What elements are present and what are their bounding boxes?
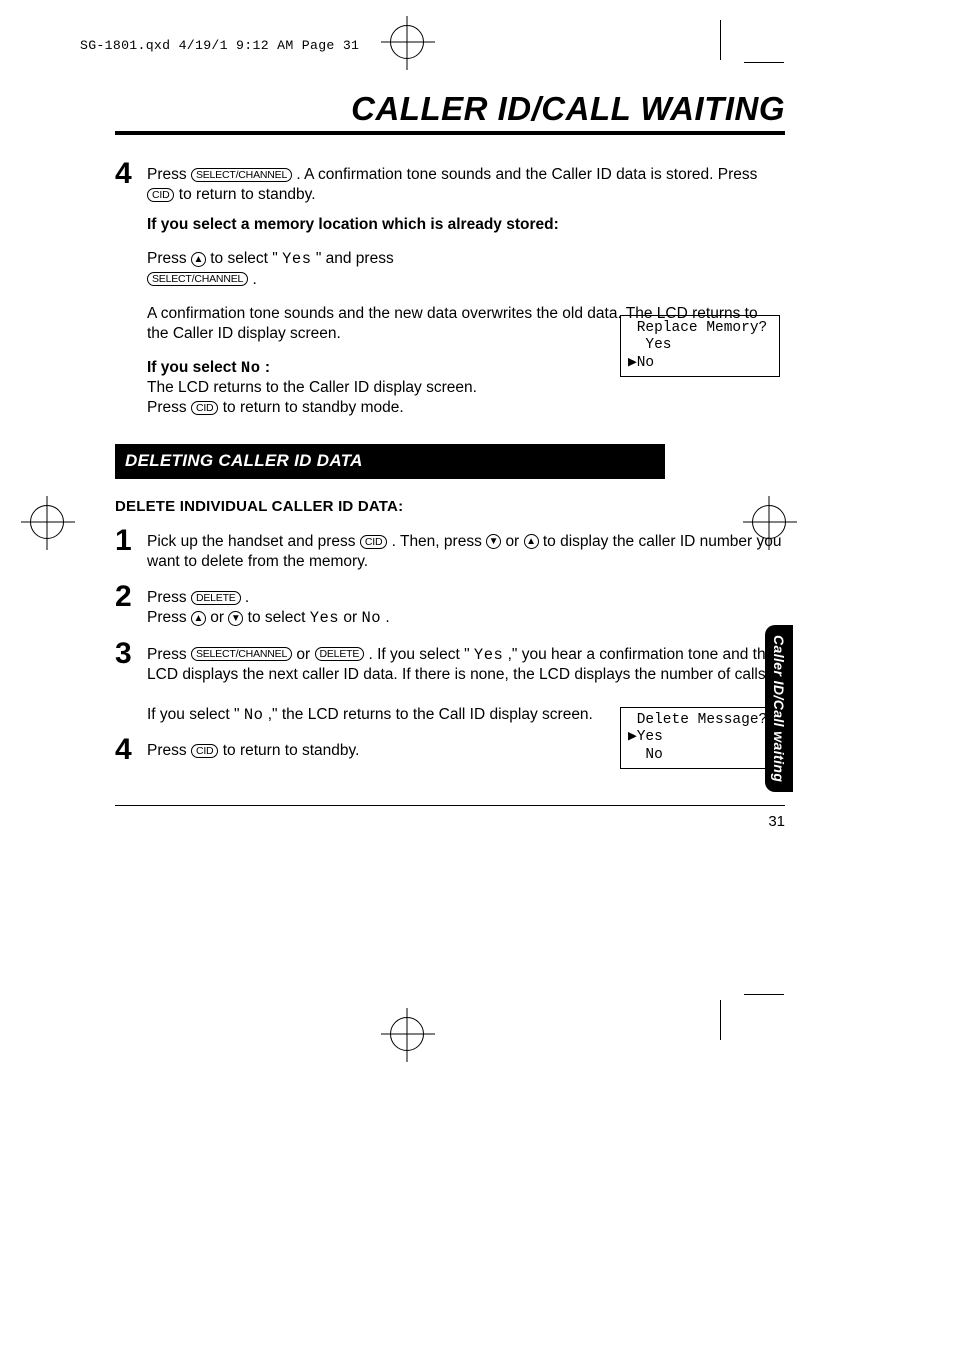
- crop-mark: [720, 1000, 721, 1040]
- text: or: [343, 609, 361, 626]
- text: Press: [147, 589, 191, 606]
- delete-button-icon: DELETE: [315, 647, 365, 661]
- text: or: [505, 533, 523, 550]
- page-footer: 31: [115, 805, 785, 832]
- lcd-delete-message: Delete Message? ▶Yes No: [620, 707, 780, 769]
- lcd-line: Yes: [628, 337, 672, 353]
- lcd-line: Delete Message?: [628, 712, 767, 728]
- text: .: [245, 589, 249, 606]
- registration-mark-top: [390, 25, 424, 59]
- text: Press: [147, 646, 191, 663]
- text: If you select ": [147, 706, 244, 723]
- memory-location-heading: If you select a memory location which is…: [115, 215, 785, 235]
- text: . If you select ": [368, 646, 473, 663]
- text: Press: [147, 250, 191, 267]
- lcd-no-text: No: [241, 359, 261, 377]
- text: or: [210, 609, 228, 626]
- select-no-para-1: The LCD returns to the Caller ID display…: [115, 378, 785, 398]
- text: If you select: [147, 359, 241, 376]
- text: to return to standby.: [223, 742, 360, 759]
- lcd-line: No: [628, 747, 663, 763]
- text: . A confirmation tone sounds and the Cal…: [296, 166, 757, 183]
- lcd-no-text: No: [362, 609, 382, 627]
- lcd-line: ▶No: [628, 355, 654, 371]
- step-number: 4: [115, 159, 147, 205]
- select-no-para-2: Press CID to return to standby mode.: [115, 398, 785, 418]
- lcd-yes-text: Yes: [310, 609, 339, 627]
- text: to select: [248, 609, 310, 626]
- step-number: 2: [115, 582, 147, 628]
- step-4-store: 4 Press SELECT/CHANNEL . A confirmation …: [115, 159, 785, 205]
- lcd-yes-text: Yes: [282, 250, 311, 268]
- delete-step-2: 2 Press DELETE . Press ▲ or ▼ to select …: [115, 582, 785, 628]
- select-yes-paragraph: Press ▲ to select " Yes " and press SELE…: [115, 249, 485, 289]
- page-content: CALLER ID/CALL WAITING 4 Press SELECT/CH…: [115, 60, 785, 990]
- step-number: 1: [115, 526, 147, 572]
- chapter-title: CALLER ID/CALL WAITING: [115, 90, 785, 135]
- step-number: 3: [115, 639, 147, 726]
- select-channel-button-icon: SELECT/CHANNEL: [191, 168, 292, 182]
- registration-mark-bottom: [390, 1017, 424, 1051]
- crop-mark: [744, 994, 784, 995]
- lcd-yes-text: Yes: [474, 646, 503, 664]
- page-number: 31: [768, 813, 785, 830]
- text: or: [296, 646, 314, 663]
- text: ," the LCD returns to the Call ID displa…: [268, 706, 593, 723]
- lcd-no-text: No: [244, 706, 264, 724]
- text: Press: [147, 609, 191, 626]
- down-arrow-icon: ▼: [228, 611, 243, 626]
- delete-button-icon: DELETE: [191, 591, 241, 605]
- text: :: [265, 359, 270, 376]
- text: Pick up the handset and press: [147, 533, 360, 550]
- lcd-line: Replace Memory?: [628, 320, 767, 336]
- down-arrow-icon: ▼: [486, 534, 501, 549]
- text: to return to standby mode.: [223, 399, 404, 416]
- delete-step-1: 1 Pick up the handset and press CID . Th…: [115, 526, 785, 572]
- up-arrow-icon: ▲: [524, 534, 539, 549]
- section-tab: Caller ID/Call waiting: [765, 625, 793, 792]
- text: to select ": [210, 250, 282, 267]
- cid-button-icon: CID: [191, 401, 218, 415]
- print-job-header: SG-1801.qxd 4/19/1 9:12 AM Page 31: [80, 38, 359, 53]
- text: Press: [147, 742, 191, 759]
- cid-button-icon: CID: [147, 188, 174, 202]
- text: .: [385, 609, 389, 626]
- step-text: Pick up the handset and press CID . Then…: [147, 526, 785, 572]
- lcd-replace-memory: Replace Memory? Yes ▶No: [620, 315, 780, 377]
- text: . Then, press: [392, 533, 486, 550]
- lcd-line: ▶Yes: [628, 729, 663, 745]
- text: to return to standby.: [179, 186, 316, 203]
- section-heading-bar: DELETING CALLER ID DATA: [115, 444, 665, 478]
- text: " and press: [316, 250, 394, 267]
- cid-button-icon: CID: [360, 535, 387, 549]
- select-channel-button-icon: SELECT/CHANNEL: [191, 647, 292, 661]
- up-arrow-icon: ▲: [191, 611, 206, 626]
- cid-button-icon: CID: [191, 744, 218, 758]
- step-text: Press DELETE . Press ▲ or ▼ to select Ye…: [147, 582, 785, 628]
- text: Press: [147, 166, 191, 183]
- step-number: 4: [115, 735, 147, 765]
- crop-mark: [720, 20, 721, 60]
- text: Press: [147, 399, 191, 416]
- text: .: [252, 271, 256, 288]
- up-arrow-icon: ▲: [191, 252, 206, 267]
- select-channel-button-icon: SELECT/CHANNEL: [147, 272, 248, 286]
- step-text: Press SELECT/CHANNEL . A confirmation to…: [147, 159, 785, 205]
- registration-mark-left: [30, 505, 64, 539]
- delete-individual-subhead: DELETE INDIVIDUAL CALLER ID DATA:: [115, 497, 785, 517]
